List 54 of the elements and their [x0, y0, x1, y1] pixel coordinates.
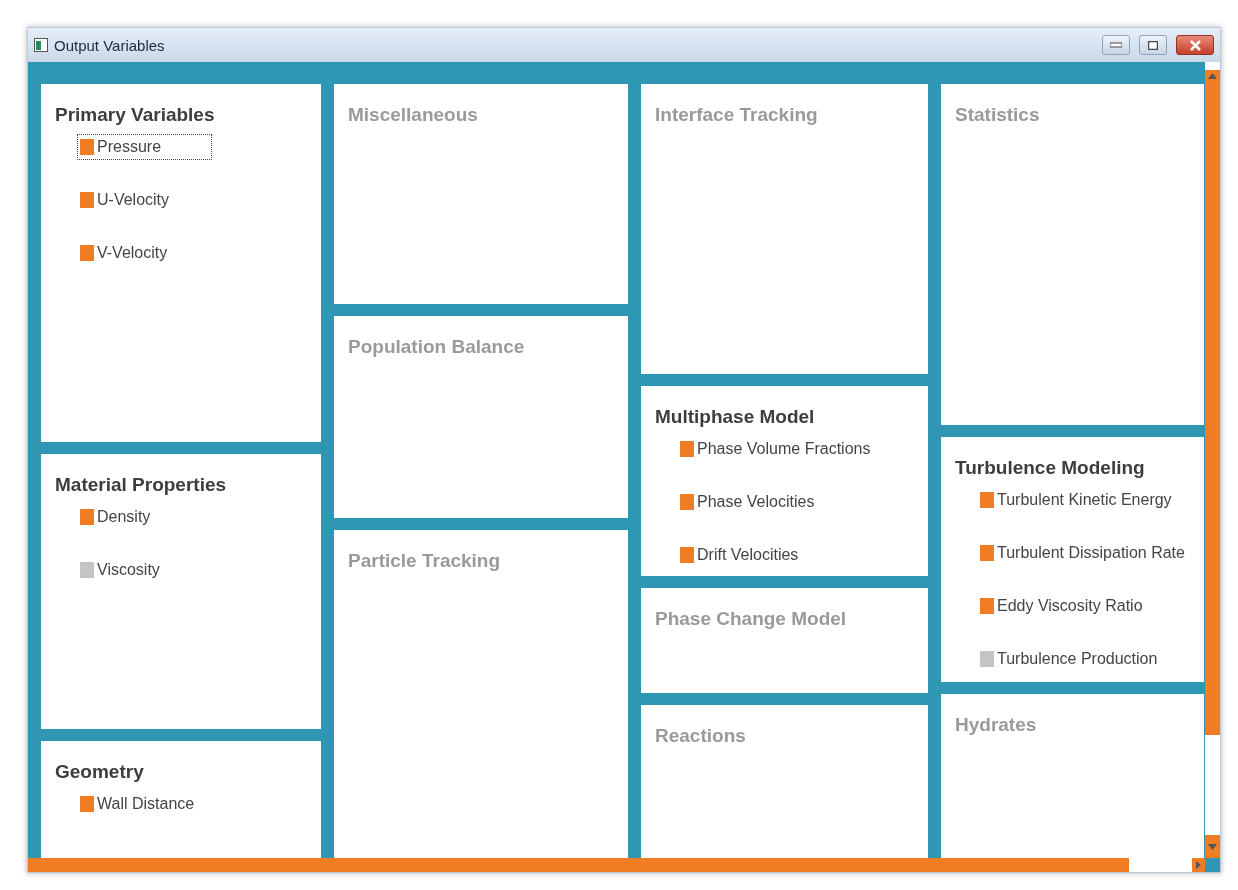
checkbox[interactable]	[680, 441, 694, 458]
right-arrow-icon	[1196, 861, 1201, 869]
up-arrow-icon[interactable]	[1208, 73, 1217, 79]
window-title: Output Variables	[54, 36, 166, 54]
maximize-icon	[1148, 40, 1158, 50]
checkbox[interactable]	[680, 547, 694, 564]
variable-item[interactable]: Pressure	[77, 134, 213, 160]
checkbox[interactable]	[80, 192, 94, 208]
checkbox[interactable]	[980, 492, 994, 508]
checkbox[interactable]	[80, 509, 94, 526]
vertical-scrollbar-thumb[interactable]	[1205, 70, 1220, 735]
checkbox[interactable]	[80, 562, 94, 579]
scroll-down-button[interactable]	[1205, 835, 1220, 858]
scroll-right-button[interactable]	[1192, 858, 1205, 872]
panel-title: Phase Change Model	[655, 608, 848, 631]
checkbox[interactable]	[980, 651, 994, 667]
panel-title: Population Balance	[348, 335, 526, 358]
panel-title: Turbulence Modeling	[955, 457, 1146, 479]
variable-item[interactable]: Phase Velocities	[677, 489, 818, 516]
variable-item[interactable]: Viscosity	[77, 557, 163, 584]
checkbox[interactable]	[80, 796, 94, 812]
panel-title: Interface Tracking	[655, 104, 819, 126]
variable-item[interactable]: Turbulent Dissipation Rate	[977, 540, 1188, 566]
panel-title: Hydrates	[955, 714, 1038, 737]
variable-item[interactable]: Turbulence Production	[977, 646, 1161, 672]
panel-title: Reactions	[655, 725, 747, 748]
minimize-button[interactable]	[1102, 35, 1130, 55]
window-icon	[34, 38, 48, 52]
panel-title: Statistics	[955, 104, 1041, 126]
panel-title: Primary Variables	[55, 104, 216, 126]
panel-title: Multiphase Model	[655, 406, 816, 429]
panel-title: Geometry	[55, 761, 145, 783]
checkbox[interactable]	[680, 494, 694, 511]
close-icon	[1189, 39, 1201, 51]
checkbox[interactable]	[80, 245, 94, 261]
variable-item[interactable]: Drift Velocities	[677, 542, 802, 569]
variable-item[interactable]: Turbulent Kinetic Energy	[977, 487, 1175, 513]
variable-item[interactable]: Phase Volume Fractions	[677, 436, 874, 463]
maximize-button[interactable]	[1139, 35, 1167, 55]
checkbox[interactable]	[980, 545, 994, 561]
minimize-icon	[1110, 42, 1122, 48]
checkbox[interactable]	[80, 139, 94, 155]
horizontal-scrollbar-thumb[interactable]	[28, 858, 1129, 872]
panel-title: Miscellaneous	[348, 104, 479, 126]
down-arrow-icon	[1208, 843, 1217, 850]
variable-item[interactable]: Density	[77, 504, 154, 531]
variable-item[interactable]: Eddy Viscosity Ratio	[977, 593, 1146, 619]
variable-item[interactable]: U-Velocity	[77, 187, 173, 213]
panel-title: Material Properties	[55, 474, 228, 497]
variable-item[interactable]: V-Velocity	[77, 240, 171, 266]
close-button[interactable]	[1176, 35, 1214, 55]
panel-title: Particle Tracking	[348, 550, 502, 573]
checkbox[interactable]	[980, 598, 994, 614]
variable-item[interactable]: Wall Distance	[77, 791, 198, 817]
